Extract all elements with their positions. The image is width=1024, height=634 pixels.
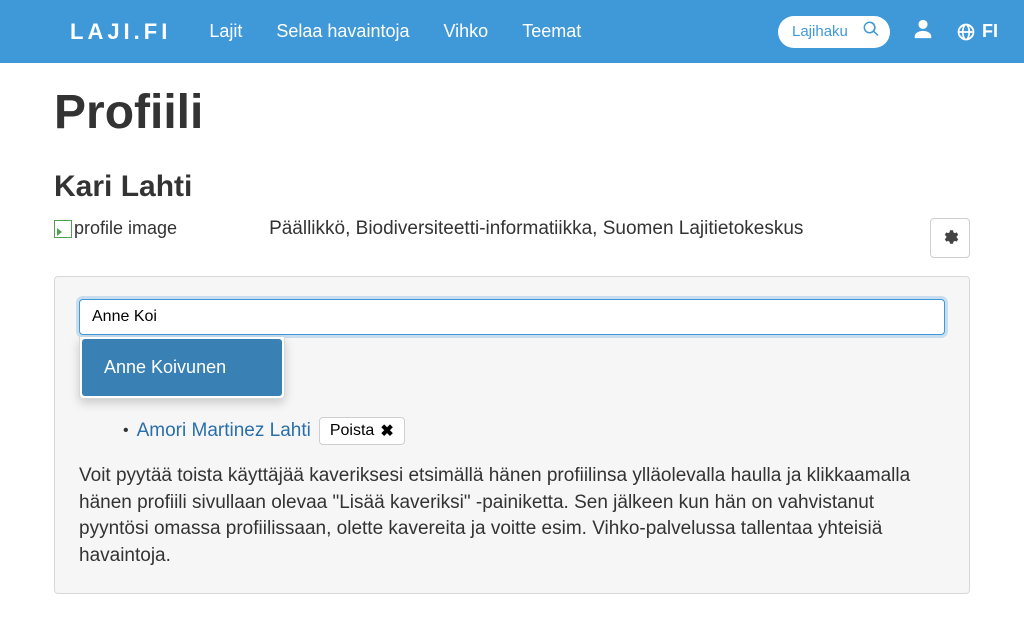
friend-link[interactable]: Amori Martinez Lahti (137, 420, 311, 442)
navbar: LAJI.FI Lajit Selaa havaintoja Vihko Tee… (0, 0, 1024, 63)
profile-header: profile image Päällikkö, Biodiversiteett… (54, 218, 970, 258)
gear-icon (941, 228, 959, 249)
species-search-input[interactable] (792, 23, 862, 40)
friends-help-text: Voit pyytää toista käyttäjää kaveriksesi… (79, 463, 945, 569)
friend-search-dropdown: Anne Koivunen (79, 337, 285, 399)
page: Profiili Kari Lahti profile image Päälli… (0, 63, 1024, 634)
profile-user-name: Kari Lahti (54, 170, 970, 204)
nav-link-teemat[interactable]: Teemat (522, 21, 581, 42)
profile-image-placeholder: profile image (54, 218, 177, 239)
profile-role: Päällikkö, Biodiversiteetti-informatiikk… (269, 218, 803, 240)
nav-link-lajit[interactable]: Lajit (209, 21, 242, 42)
user-icon[interactable] (912, 18, 934, 45)
species-search[interactable] (778, 16, 890, 48)
remove-friend-label: Poista (330, 422, 374, 440)
nav-link-selaa[interactable]: Selaa havaintoja (276, 21, 409, 42)
friend-suggestion[interactable]: Anne Koivunen (82, 339, 282, 396)
friend-list-item: • Amori Martinez Lahti Poista ✖ (123, 417, 945, 445)
friend-search-input[interactable] (79, 299, 945, 335)
nav-link-vihko[interactable]: Vihko (443, 21, 488, 42)
friends-panel: Anne Koivunen • Amori Martinez Lahti Poi… (54, 276, 970, 594)
language-switch[interactable]: FI (956, 21, 998, 42)
profile-image-alt: profile image (74, 218, 177, 239)
nav-links: Lajit Selaa havaintoja Vihko Teemat (209, 21, 581, 42)
language-label: FI (982, 21, 998, 42)
broken-image-icon (54, 220, 72, 238)
brand-logo[interactable]: LAJI.FI (70, 19, 171, 45)
nav-right: FI (778, 16, 998, 48)
search-icon (862, 20, 880, 43)
page-title: Profiili (54, 85, 970, 140)
bullet-icon: • (123, 422, 129, 440)
remove-friend-button[interactable]: Poista ✖ (319, 417, 405, 445)
profile-settings-button[interactable] (930, 218, 970, 258)
close-icon: ✖ (380, 421, 393, 441)
